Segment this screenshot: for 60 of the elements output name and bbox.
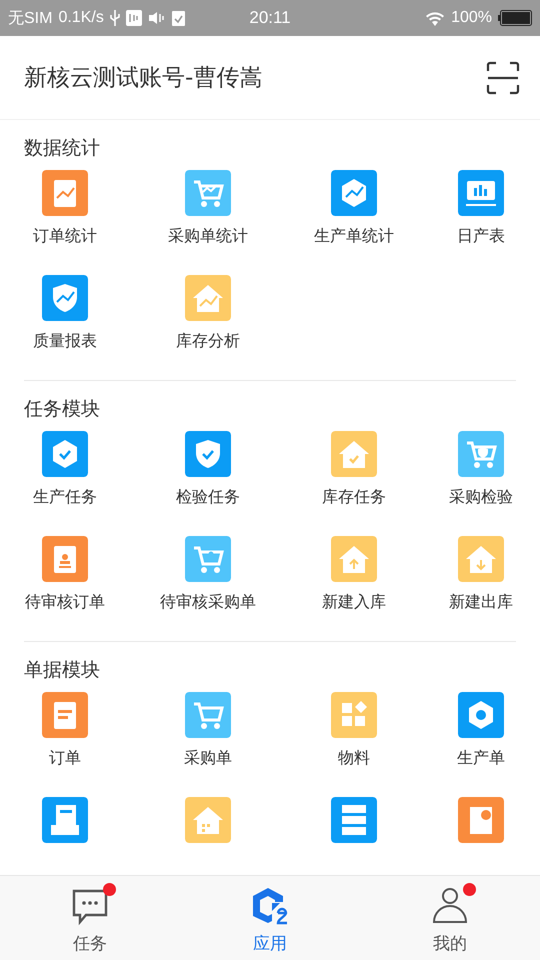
app-label[interactable]: 库存任务 bbox=[322, 487, 386, 508]
app-label[interactable]: 待审核采购单 bbox=[160, 592, 256, 613]
app-label[interactable]: 检验任务 bbox=[176, 487, 240, 508]
app-icon[interactable] bbox=[331, 797, 377, 843]
app-icon[interactable] bbox=[42, 170, 88, 216]
app-label[interactable]: 质量报表 bbox=[33, 331, 97, 352]
app-icon[interactable] bbox=[42, 536, 88, 582]
clipboard-check-icon bbox=[172, 10, 185, 26]
app-label[interactable]: 生产任务 bbox=[33, 487, 97, 508]
app-icon[interactable] bbox=[331, 692, 377, 738]
person-icon bbox=[430, 886, 470, 926]
app-logo-icon bbox=[250, 886, 290, 926]
app-icon[interactable] bbox=[185, 536, 231, 582]
app-icon[interactable] bbox=[458, 536, 504, 582]
carrier-text: 无SIM bbox=[8, 8, 52, 28]
app-label[interactable]: 待审核订单 bbox=[25, 592, 105, 613]
network-speed: 0.1K/s bbox=[58, 9, 104, 27]
app-icon[interactable] bbox=[185, 275, 231, 321]
page-title: 新核云测试账号-曹传嵩 bbox=[24, 64, 262, 93]
app-label[interactable]: 库存分析 bbox=[176, 331, 240, 352]
app-icon[interactable] bbox=[42, 692, 88, 738]
app-label[interactable]: 订单 bbox=[49, 748, 81, 769]
tab[interactable]: 我的 bbox=[360, 876, 540, 960]
nfc-icon bbox=[126, 10, 142, 26]
app-icon[interactable] bbox=[185, 797, 231, 843]
scan-icon[interactable] bbox=[486, 60, 520, 94]
app-icon[interactable] bbox=[458, 431, 504, 477]
app-icon[interactable] bbox=[331, 431, 377, 477]
section-title: 单据模块 bbox=[24, 658, 101, 683]
tab[interactable]: 任务 bbox=[0, 876, 180, 960]
app-icon[interactable] bbox=[331, 170, 377, 216]
section-title: 任务模块 bbox=[24, 397, 101, 422]
app-icon[interactable] bbox=[458, 170, 504, 216]
app-label[interactable]: 生产单 bbox=[457, 748, 505, 769]
app-label[interactable]: 日产表 bbox=[457, 226, 505, 247]
battery-icon bbox=[498, 10, 532, 26]
app-icon[interactable] bbox=[458, 797, 504, 843]
app-label[interactable]: 采购检验 bbox=[449, 487, 513, 508]
app-label[interactable]: 生产单统计 bbox=[314, 226, 394, 247]
app-label[interactable]: 新建出库 bbox=[449, 592, 513, 613]
app-icon[interactable] bbox=[185, 692, 231, 738]
app-icon[interactable] bbox=[185, 170, 231, 216]
vibrate-icon bbox=[148, 11, 166, 25]
usb-icon bbox=[110, 9, 120, 27]
clock-time: 20:11 bbox=[249, 8, 291, 27]
wifi-icon bbox=[425, 10, 446, 26]
app-label[interactable]: 采购单 bbox=[184, 748, 232, 769]
app-label[interactable]: 订单统计 bbox=[33, 226, 97, 247]
app-icon[interactable] bbox=[458, 692, 504, 738]
app-label[interactable]: 物料 bbox=[338, 748, 370, 769]
app-icon[interactable] bbox=[42, 275, 88, 321]
app-icon[interactable] bbox=[42, 797, 88, 843]
app-icon[interactable] bbox=[185, 431, 231, 477]
app-icon[interactable] bbox=[42, 431, 88, 477]
tab[interactable]: 应用 bbox=[180, 876, 360, 960]
section-title: 数据统计 bbox=[24, 136, 101, 161]
battery-percent: 100% bbox=[451, 9, 492, 27]
app-icon[interactable] bbox=[331, 536, 377, 582]
app-label[interactable]: 新建入库 bbox=[322, 592, 386, 613]
app-label[interactable]: 采购单统计 bbox=[168, 226, 248, 247]
